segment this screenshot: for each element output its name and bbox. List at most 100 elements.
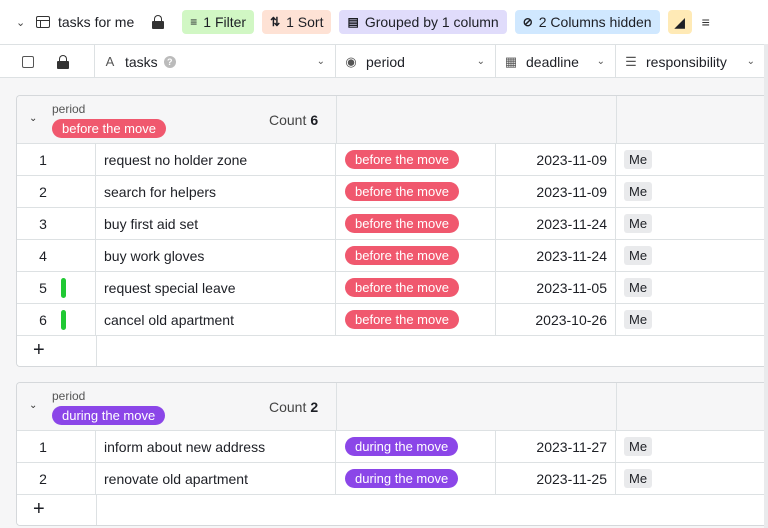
lock-icon[interactable] [152, 15, 165, 29]
help-icon[interactable]: ? [163, 55, 176, 68]
view-switcher[interactable]: ⌄ tasks for me [16, 14, 134, 30]
responsibility-cell[interactable]: Me [616, 431, 768, 462]
row-height-icon[interactable]: ≡ [702, 14, 718, 30]
chevron-down-icon: ⌄ [16, 16, 26, 29]
group-header[interactable]: ⌄ period during the move Count 2 [17, 383, 768, 431]
deadline-cell[interactable]: 2023-10-26 [496, 304, 616, 335]
period-cell[interactable]: before the move [336, 208, 496, 239]
row-number-cell[interactable]: 3 [17, 208, 96, 239]
table-row[interactable]: 1 inform about new address during the mo… [17, 431, 768, 463]
period-cell[interactable]: during the move [336, 463, 496, 494]
row-number-cell[interactable]: 2 [17, 463, 96, 494]
task-cell[interactable]: buy work gloves [96, 240, 336, 271]
row-number-cell[interactable]: 6 [17, 304, 96, 335]
chevron-down-icon[interactable]: ⌄ [477, 56, 485, 67]
responsibility-cell[interactable]: Me [616, 240, 768, 271]
color-button[interactable]: ◢ [667, 10, 692, 34]
responsibility-cell[interactable]: Me [616, 272, 768, 303]
select-all-checkbox[interactable] [22, 55, 34, 68]
filter-label: 1 Filter [203, 14, 247, 30]
period-tag: during the move [345, 469, 459, 488]
divider [96, 495, 97, 525]
deadline-cell[interactable]: 2023-11-25 [496, 463, 616, 494]
group-icon: ▤ [347, 15, 359, 29]
responsibility-cell[interactable]: Me [616, 208, 768, 239]
table-row[interactable]: 5 request special leave before the move … [17, 272, 768, 304]
task-cell[interactable]: request no holder zone [96, 144, 336, 175]
task-cell[interactable]: search for helpers [96, 176, 336, 207]
responsibility-cell[interactable]: Me [616, 304, 768, 335]
group-count: Count 2 [269, 399, 318, 415]
row-number-cell[interactable]: 1 [17, 431, 96, 462]
table-row[interactable]: 6 cancel old apartment before the move 2… [17, 304, 768, 336]
responsibility-cell[interactable]: Me [616, 463, 768, 494]
sort-button[interactable]: ⇅ 1 Sort [262, 10, 332, 34]
sort-label: 1 Sort [286, 14, 324, 30]
view-title: tasks for me [58, 14, 135, 30]
multi-select-icon: ☰ [625, 53, 637, 69]
deadline-cell[interactable]: 2023-11-05 [496, 272, 616, 303]
deadline-cell[interactable]: 2023-11-09 [496, 144, 616, 175]
responsibility-cell[interactable]: Me [616, 176, 768, 207]
responsibility-chip: Me [624, 182, 653, 201]
task-cell[interactable]: renovate old apartment [96, 463, 336, 494]
chevron-down-icon[interactable]: ⌄ [29, 400, 37, 411]
period-cell[interactable]: before the move [336, 176, 496, 207]
count-value: 6 [310, 112, 319, 128]
deadline-cell[interactable]: 2023-11-27 [496, 431, 616, 462]
chevron-down-icon[interactable]: ⌄ [597, 56, 605, 67]
add-record-row[interactable]: + [17, 495, 768, 525]
plus-icon[interactable]: + [33, 339, 45, 362]
count-label: Count [269, 112, 307, 128]
filter-button[interactable]: ≡ 1 Filter [182, 10, 255, 34]
group-button[interactable]: ▤ Grouped by 1 column [339, 10, 507, 34]
row-number-cell[interactable]: 2 [17, 176, 96, 207]
group-header[interactable]: ⌄ period before the move Count 6 [17, 96, 768, 144]
single-select-icon: ◉ [345, 53, 357, 69]
task-cell[interactable]: buy first aid set [96, 208, 336, 239]
period-cell[interactable]: before the move [336, 144, 496, 175]
row-number-cell[interactable]: 5 [17, 272, 96, 303]
period-tag: before the move [345, 150, 459, 169]
table-row[interactable]: 2 renovate old apartment during the move… [17, 463, 768, 495]
horizontal-scroll-edge [764, 44, 768, 528]
responsibility-cell[interactable]: Me [616, 144, 768, 175]
column-label: period [366, 53, 405, 70]
chevron-down-icon[interactable]: ⌄ [317, 56, 325, 67]
deadline-cell[interactable]: 2023-11-09 [496, 176, 616, 207]
period-tag: before the move [345, 310, 459, 329]
period-cell[interactable]: before the move [336, 272, 496, 303]
column-header-deadline[interactable]: ▦ deadline ⌄ [496, 45, 616, 78]
column-header-period[interactable]: ◉ period ⌄ [336, 45, 496, 78]
record-group: ⌄ period before the move Count 6 1 reques… [16, 95, 768, 367]
task-cell[interactable]: inform about new address [96, 431, 336, 462]
column-header-row: A tasks ? ⌄ ◉ period ⌄ ▦ deadline ⌄ ☰ re… [0, 44, 768, 78]
period-cell[interactable]: during the move [336, 431, 496, 462]
text-field-icon: A [105, 54, 115, 69]
table-row[interactable]: 4 buy work gloves before the move 2023-1… [17, 240, 768, 272]
deadline-cell[interactable]: 2023-11-24 [496, 240, 616, 271]
task-cell[interactable]: request special leave [96, 272, 336, 303]
lock-icon[interactable] [57, 54, 69, 69]
task-cell[interactable]: cancel old apartment [96, 304, 336, 335]
row-number-cell[interactable]: 1 [17, 144, 96, 175]
row-number-cell[interactable]: 4 [17, 240, 96, 271]
row-color-indicator [61, 310, 66, 330]
responsibility-chip: Me [624, 150, 653, 169]
period-cell[interactable]: before the move [336, 240, 496, 271]
plus-icon[interactable]: + [33, 498, 45, 521]
hide-fields-button[interactable]: ⊘ 2 Columns hidden [514, 10, 660, 34]
deadline-cell[interactable]: 2023-11-24 [496, 208, 616, 239]
chevron-down-icon[interactable]: ⌄ [29, 113, 37, 124]
row-number: 2 [39, 183, 47, 200]
chevron-down-icon[interactable]: ⌄ [747, 56, 755, 67]
column-header-responsibility[interactable]: ☰ responsibility ⌄ [616, 45, 766, 78]
table-row[interactable]: 2 search for helpers before the move 202… [17, 176, 768, 208]
period-tag: before the move [345, 214, 459, 233]
period-cell[interactable]: before the move [336, 304, 496, 335]
row-number: 3 [39, 215, 47, 232]
column-header-tasks[interactable]: A tasks ? ⌄ [95, 45, 336, 78]
table-row[interactable]: 1 request no holder zone before the move… [17, 144, 768, 176]
table-row[interactable]: 3 buy first aid set before the move 2023… [17, 208, 768, 240]
add-record-row[interactable]: + [17, 336, 768, 366]
